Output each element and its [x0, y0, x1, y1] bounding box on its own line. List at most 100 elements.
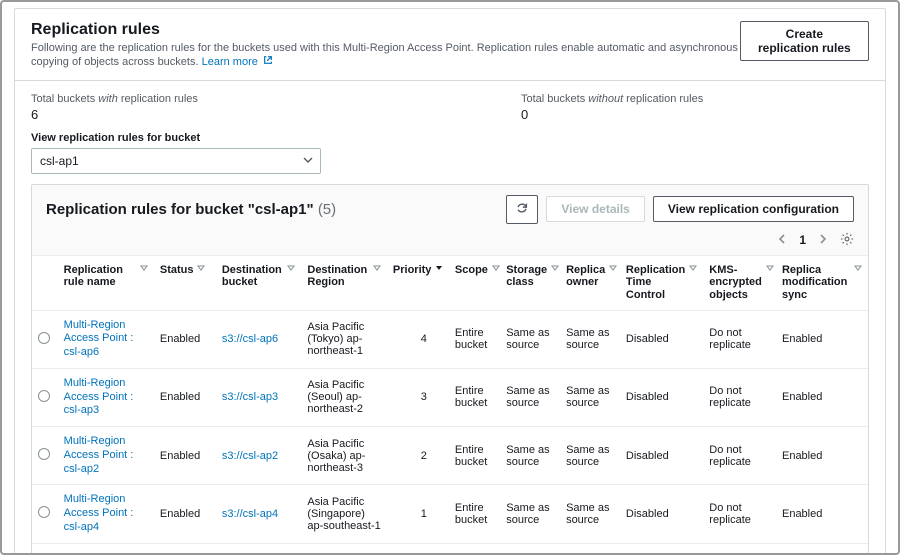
- cell-mod: Enabled: [776, 310, 868, 368]
- page-description: Following are the replication rules for …: [31, 41, 740, 70]
- col-kms[interactable]: KMS-encrypted objects: [703, 255, 776, 310]
- cell-dest-region: Asia Pacific (Singapore) ap-southeast-1: [301, 485, 387, 543]
- cell-kms: Do not replicate: [703, 543, 776, 555]
- table-settings-button[interactable]: [840, 232, 854, 249]
- cell-owner: Same as source: [560, 543, 620, 555]
- sort-icon: [551, 264, 559, 272]
- cell-owner: Same as source: [560, 368, 620, 426]
- col-rtc[interactable]: Replication Time Control: [620, 255, 703, 310]
- cell-owner: Same as source: [560, 427, 620, 485]
- stat-without-label: Total buckets without replication rules: [521, 93, 703, 105]
- cell-scope: Entire bucket: [449, 543, 500, 555]
- learn-more-link[interactable]: Learn more: [202, 56, 273, 68]
- refresh-icon: [515, 204, 529, 218]
- cell-status: Enabled: [154, 427, 216, 485]
- row-select-radio[interactable]: [38, 332, 50, 344]
- prev-page-button[interactable]: [777, 233, 787, 247]
- table-row: Multi-Region Access Point : csl-ap5 Enabl…: [32, 543, 868, 555]
- col-dest-region[interactable]: Destination Region: [301, 255, 387, 310]
- cell-storage: Same as source: [500, 310, 560, 368]
- dest-bucket-link[interactable]: s3://csl-ap3: [222, 391, 278, 403]
- next-page-button[interactable]: [818, 233, 828, 247]
- cell-mod: Enabled: [776, 368, 868, 426]
- rule-name-link[interactable]: Multi-Region Access Point : csl-ap2: [64, 435, 134, 475]
- col-priority[interactable]: Priority: [387, 255, 449, 310]
- cell-priority: 0: [387, 543, 449, 555]
- external-link-icon: [263, 55, 273, 65]
- sort-icon: [854, 264, 862, 272]
- table-row: Multi-Region Access Point : csl-ap6 Enabl…: [32, 310, 868, 368]
- cell-rtc: Disabled: [620, 543, 703, 555]
- cell-mod: Enabled: [776, 427, 868, 485]
- cell-kms: Do not replicate: [703, 368, 776, 426]
- cell-status: Enabled: [154, 543, 216, 555]
- col-dest-bucket[interactable]: Destination bucket: [216, 255, 302, 310]
- page-title: Replication rules: [31, 21, 740, 39]
- table-row: Multi-Region Access Point : csl-ap4 Enabl…: [32, 485, 868, 543]
- stat-without-value: 0: [521, 107, 703, 122]
- col-owner[interactable]: Replica owner: [560, 255, 620, 310]
- cell-scope: Entire bucket: [449, 368, 500, 426]
- cell-dest-region: Asia Pacific (Sydney) ap-southeast-2: [301, 543, 387, 555]
- sort-icon: [766, 264, 774, 272]
- col-scope[interactable]: Scope: [449, 255, 500, 310]
- bucket-select[interactable]: csl-ap1: [31, 148, 321, 174]
- col-mod[interactable]: Replica modification sync: [776, 255, 868, 310]
- cell-status: Enabled: [154, 485, 216, 543]
- cell-storage: Same as source: [500, 485, 560, 543]
- view-replication-config-button[interactable]: View replication configuration: [653, 196, 854, 222]
- view-details-button[interactable]: View details: [546, 196, 644, 222]
- col-name[interactable]: Replication rule name: [58, 255, 154, 310]
- rule-name-link[interactable]: Multi-Region Access Point : csl-ap3: [64, 377, 134, 417]
- cell-mod: Enabled: [776, 485, 868, 543]
- cell-scope: Entire bucket: [449, 310, 500, 368]
- cell-scope: Entire bucket: [449, 485, 500, 543]
- refresh-button[interactable]: [506, 195, 538, 224]
- cell-priority: 2: [387, 427, 449, 485]
- cell-rtc: Disabled: [620, 427, 703, 485]
- bucket-select-label: View replication rules for bucket: [31, 132, 869, 144]
- cell-dest-region: Asia Pacific (Seoul) ap-northeast-2: [301, 368, 387, 426]
- rule-name-link[interactable]: Multi-Region Access Point : csl-ap6: [64, 319, 134, 359]
- replication-rules-panel: Replication rules Following are the repl…: [14, 8, 886, 555]
- row-select-radio[interactable]: [38, 506, 50, 518]
- cell-status: Enabled: [154, 310, 216, 368]
- sort-icon: [140, 264, 148, 272]
- cell-scope: Entire bucket: [449, 427, 500, 485]
- dest-bucket-link[interactable]: s3://csl-ap6: [222, 333, 278, 345]
- cell-kms: Do not replicate: [703, 310, 776, 368]
- cell-rtc: Disabled: [620, 310, 703, 368]
- cell-storage: Same as source: [500, 543, 560, 555]
- cell-storage: Same as source: [500, 427, 560, 485]
- replication-rules-table: Replication rule name Status Destination…: [32, 255, 868, 555]
- create-replication-rules-button[interactable]: Create replication rules: [740, 21, 869, 61]
- cell-owner: Same as source: [560, 310, 620, 368]
- current-page: 1: [799, 233, 806, 247]
- row-select-radio[interactable]: [38, 448, 50, 460]
- dest-bucket-link[interactable]: s3://csl-ap4: [222, 508, 278, 520]
- rule-name-link[interactable]: Multi-Region Access Point : csl-ap5: [64, 552, 134, 555]
- col-status[interactable]: Status: [154, 255, 216, 310]
- cell-kms: Do not replicate: [703, 485, 776, 543]
- cell-priority: 3: [387, 368, 449, 426]
- stat-with-value: 6: [31, 107, 461, 122]
- pagination: 1: [32, 228, 868, 255]
- sort-icon: [373, 264, 381, 272]
- sort-icon: [197, 264, 205, 272]
- sort-icon: [492, 264, 500, 272]
- cell-storage: Same as source: [500, 368, 560, 426]
- sort-icon: [287, 264, 295, 272]
- cell-kms: Do not replicate: [703, 427, 776, 485]
- cell-owner: Same as source: [560, 485, 620, 543]
- rule-name-link[interactable]: Multi-Region Access Point : csl-ap4: [64, 493, 134, 533]
- cell-mod: Enabled: [776, 543, 868, 555]
- col-storage[interactable]: Storage class: [500, 255, 560, 310]
- row-select-radio[interactable]: [38, 390, 50, 402]
- cell-dest-region: Asia Pacific (Osaka) ap-northeast-3: [301, 427, 387, 485]
- sort-icon: [609, 264, 617, 272]
- cell-priority: 1: [387, 485, 449, 543]
- cell-priority: 4: [387, 310, 449, 368]
- cell-dest-region: Asia Pacific (Tokyo) ap-northeast-1: [301, 310, 387, 368]
- dest-bucket-link[interactable]: s3://csl-ap2: [222, 450, 278, 462]
- table-row: Multi-Region Access Point : csl-ap3 Enabl…: [32, 368, 868, 426]
